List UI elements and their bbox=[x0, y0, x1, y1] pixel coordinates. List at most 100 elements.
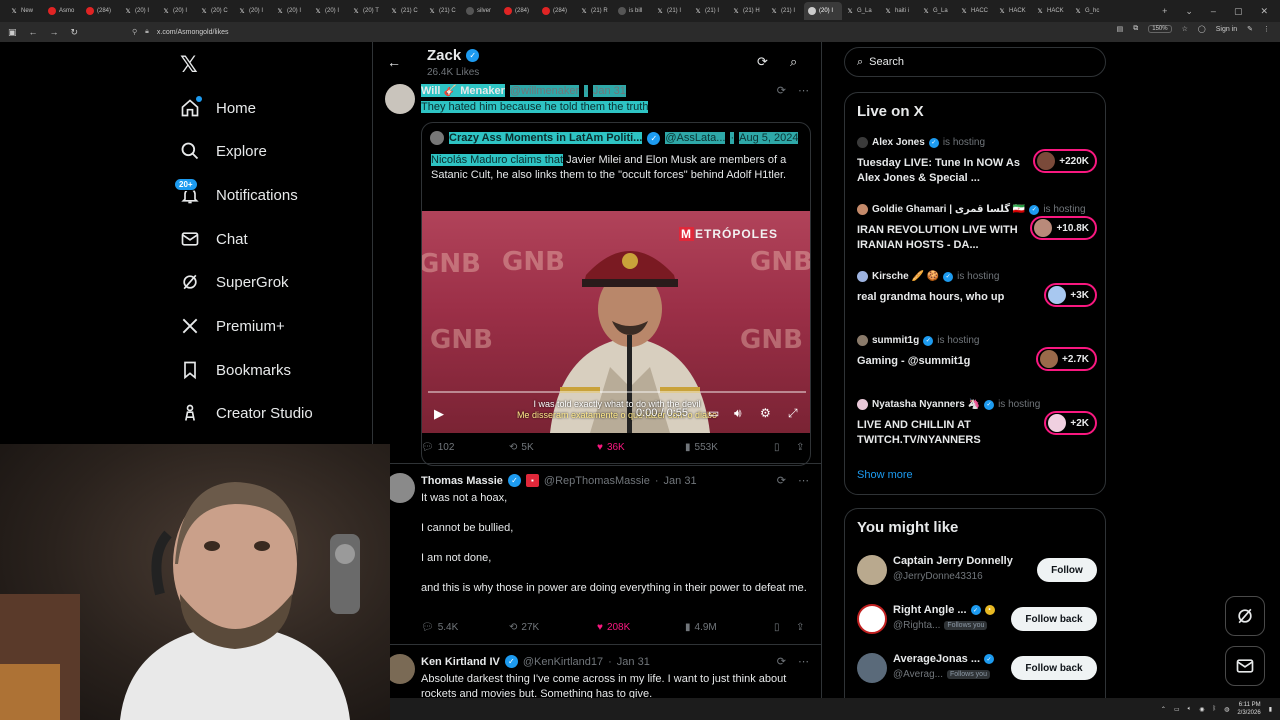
like-button[interactable]: ♥ 208K bbox=[597, 622, 630, 633]
live-listeners-pill[interactable]: +3K bbox=[1044, 283, 1097, 307]
browser-tab[interactable]: 𝕏haiti i bbox=[880, 2, 918, 20]
nav-home[interactable]: Home bbox=[180, 94, 256, 122]
speaker-icon[interactable]: 🔈︎ bbox=[1188, 706, 1192, 713]
browser-tab[interactable]: (284) bbox=[538, 2, 576, 20]
quote-avatar[interactable] bbox=[430, 131, 444, 145]
extensions-icon[interactable]: ✎ bbox=[1247, 25, 1253, 33]
views-button[interactable]: ▮ 553K bbox=[685, 442, 718, 453]
nav-explore[interactable]: Explore bbox=[180, 137, 267, 165]
nav-chat[interactable]: Chat bbox=[180, 225, 248, 253]
author-name[interactable]: Ken Kirtland IV bbox=[421, 656, 500, 668]
back-arrow-icon[interactable]: ← bbox=[387, 54, 401, 70]
avatar[interactable] bbox=[857, 604, 887, 634]
star-icon[interactable]: ☆ bbox=[1182, 25, 1188, 33]
repost-button[interactable]: ⟲ 5K bbox=[509, 442, 534, 453]
more-icon[interactable]: ⋯ bbox=[798, 655, 809, 668]
live-listeners-pill[interactable]: +220K bbox=[1033, 149, 1097, 173]
follow-suggestion[interactable]: Right Angle ... ✓ • @Righta... Follows you … bbox=[857, 602, 1097, 638]
author-name[interactable]: Will 🎸 Menaker bbox=[421, 84, 505, 97]
browser-tab[interactable]: 𝕏 (21) C bbox=[386, 2, 424, 20]
url-field[interactable]: ⚲ 🔒︎ x.com/Asmongold/likes bbox=[132, 25, 1132, 39]
reload-icon[interactable]: ↻ bbox=[71, 27, 79, 38]
browser-tab[interactable]: 𝕏 G_La bbox=[842, 2, 880, 20]
repost-button[interactable]: ⟲ 27K bbox=[509, 622, 539, 633]
more-icon[interactable]: ⋯ bbox=[798, 474, 809, 487]
live-item[interactable]: Nyatasha Nyanners 🦄 ✓ is hosting LIVE AN… bbox=[857, 399, 1097, 449]
restore-icon[interactable]: ▢ bbox=[1234, 6, 1243, 17]
browser-tab[interactable]: (284) bbox=[500, 2, 538, 20]
tweet-date[interactable]: Jan 31 bbox=[592, 84, 626, 97]
bookmark-button[interactable]: ▯ bbox=[774, 622, 780, 633]
follow-back-button[interactable]: Follow back bbox=[1011, 607, 1097, 631]
author-handle[interactable]: @willmenaker bbox=[509, 84, 580, 97]
site-info-icon[interactable]: ⚲ bbox=[132, 28, 137, 36]
browser-tab[interactable]: 𝕏 (20) I bbox=[310, 2, 348, 20]
browser-tab[interactable]: Asmo bbox=[44, 2, 82, 20]
url-text[interactable]: x.com/Asmongold/likes bbox=[157, 29, 229, 36]
browser-tab[interactable]: 𝕏 (21) H bbox=[728, 2, 766, 20]
author-handle[interactable]: @RepThomasMassie bbox=[544, 475, 650, 487]
follow-back-button[interactable]: Follow back bbox=[1011, 656, 1097, 680]
live-listeners-pill[interactable]: +10.8K bbox=[1030, 216, 1097, 240]
live-item[interactable]: Alex Jones ✓ is hosting Tuesday LIVE: Tu… bbox=[857, 137, 1097, 187]
avatar[interactable] bbox=[385, 84, 415, 114]
quoted-tweet[interactable]: Crazy Ass Moments in LatAm Politi... ✓ @… bbox=[421, 122, 811, 466]
minimize-icon[interactable]: – bbox=[1211, 6, 1216, 17]
live-item[interactable]: Kirsche 🥖 🍪 ✓ is hosting real grandma ho… bbox=[857, 271, 1097, 321]
refresh-icon[interactable]: ⟳ bbox=[757, 54, 768, 70]
reader-icon[interactable]: ▤ bbox=[1117, 25, 1124, 33]
nav-notifications[interactable]: 20+ Notifications bbox=[174, 178, 298, 209]
app-icon[interactable]: ◍ bbox=[1224, 706, 1229, 713]
search-icon[interactable]: ⌕ bbox=[790, 54, 797, 70]
browser-tab[interactable]: 𝕏 (21) I bbox=[690, 2, 728, 20]
tweet-date[interactable]: Jan 31 bbox=[617, 656, 650, 668]
show-more-link[interactable]: Show more bbox=[857, 469, 913, 481]
bluetooth-icon[interactable]: ᛒ bbox=[1212, 706, 1216, 712]
browser-tab[interactable]: 𝕏 HACC bbox=[956, 2, 994, 20]
tweet[interactable]: Will 🎸 Menaker @willmenaker · Jan 31 ⟳ ⋯… bbox=[373, 82, 821, 466]
share-button[interactable]: ⇪ bbox=[796, 442, 804, 453]
reply-button[interactable]: 💬︎ 102 bbox=[421, 442, 454, 453]
browser-tab[interactable]: 𝕏 (20) I bbox=[272, 2, 310, 20]
follow-suggestion[interactable]: Captain Jerry Donnelly @JerryDonne43316 … bbox=[857, 553, 1097, 589]
fullscreen-icon[interactable]: ⤢ bbox=[788, 406, 798, 421]
bookmark-button[interactable]: ▯ bbox=[774, 442, 780, 453]
browser-tab[interactable]: 𝕏 (21) I bbox=[766, 2, 804, 20]
browser-tab[interactable]: is bill bbox=[614, 2, 652, 20]
grok-fab-icon[interactable] bbox=[1225, 596, 1265, 636]
browser-tab[interactable]: (20) I bbox=[804, 2, 842, 20]
browser-tab[interactable]: 𝕏 HACK bbox=[1032, 2, 1070, 20]
notification-icon[interactable]: ▮ bbox=[1269, 706, 1272, 713]
menu-icon[interactable]: ⋮ bbox=[1263, 25, 1270, 33]
captions-icon[interactable]: ▭ bbox=[708, 406, 719, 420]
browser-tab[interactable]: 𝕏 (20) I bbox=[158, 2, 196, 20]
browser-tab[interactable]: 𝕏 (20) C bbox=[196, 2, 234, 20]
nav-creator-studio[interactable]: Creator Studio bbox=[180, 399, 313, 427]
live-item[interactable]: Goldie Ghamari | گلسا قمری 🇮🇷 ✓ is hosti… bbox=[857, 204, 1097, 254]
like-button[interactable]: ♥ 36K bbox=[597, 442, 625, 453]
quote-author-name[interactable]: Crazy Ass Moments in LatAm Politi... bbox=[449, 132, 643, 144]
browser-tab[interactable]: 𝕏 (20) T bbox=[348, 2, 386, 20]
chevron-down-icon[interactable]: ⌄ bbox=[1185, 6, 1193, 17]
zoom-level[interactable]: 150% bbox=[1148, 25, 1172, 33]
live-item[interactable]: summit1g ✓ is hosting Gaming - @summit1g… bbox=[857, 335, 1097, 385]
nav-bookmarks[interactable]: Bookmarks bbox=[180, 356, 291, 384]
author-name[interactable]: Thomas Massie bbox=[421, 475, 503, 487]
network-icon[interactable]: ▭ bbox=[1174, 706, 1180, 713]
screenshot-icon[interactable]: ⧉ bbox=[1133, 25, 1138, 33]
views-button[interactable]: ▮ 4.9M bbox=[685, 622, 717, 633]
avatar[interactable] bbox=[857, 555, 887, 585]
live-listeners-pill[interactable]: +2K bbox=[1044, 411, 1097, 435]
browser-tab[interactable]: 𝕏 G_La bbox=[918, 2, 956, 20]
back-icon[interactable]: ← bbox=[29, 27, 38, 38]
follow-suggestion[interactable]: AverageJonas ... ✓ @Averag... Follows you … bbox=[857, 651, 1097, 687]
reply-button[interactable]: 💬︎ 5.4K bbox=[421, 622, 458, 633]
nav-premium[interactable]: Premium+ bbox=[180, 312, 285, 340]
profile-icon[interactable]: ◯ bbox=[1198, 25, 1206, 33]
tweet-date[interactable]: Jan 31 bbox=[664, 475, 697, 487]
x-logo-icon[interactable]: 𝕏 bbox=[180, 52, 198, 78]
clock[interactable]: 6:11 PM 2/3/2026 bbox=[1237, 701, 1260, 717]
browser-tab[interactable]: silver bbox=[462, 2, 500, 20]
play-icon[interactable]: ▶ bbox=[434, 406, 444, 422]
video-player[interactable]: GNB GNB GNB GNB GNB M ETRÓPOLES I was to… bbox=[422, 211, 810, 433]
